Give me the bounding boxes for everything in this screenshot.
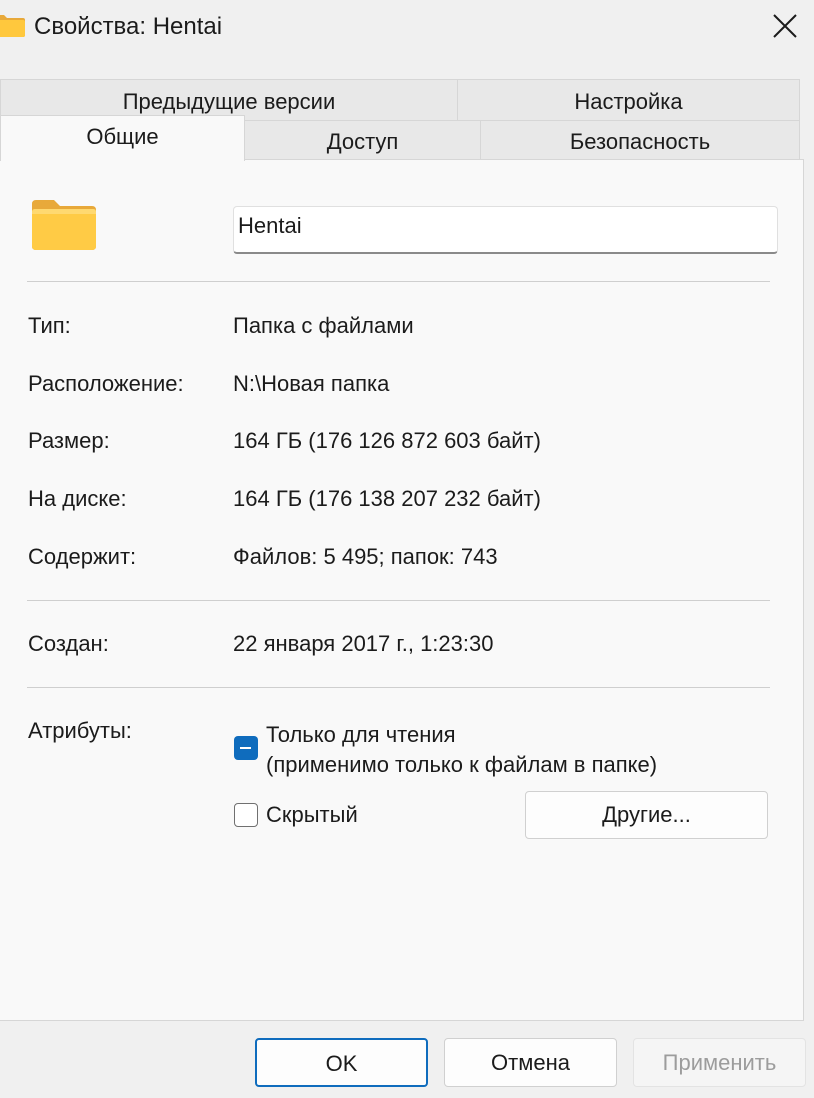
separator	[27, 600, 770, 601]
size-value: 164 ГБ (176 126 872 603 байт)	[233, 428, 541, 453]
contains-value: Файлов: 5 495; папок: 743	[233, 544, 498, 569]
type-value: Папка с файлами	[233, 313, 414, 338]
ondisk-label: На диске:	[28, 486, 127, 511]
tab-label: Безопасность	[569, 129, 711, 154]
type-label: Тип:	[28, 313, 71, 338]
separator	[27, 281, 770, 282]
hidden-label[interactable]: Скрытый	[266, 801, 358, 829]
readonly-note[interactable]: (применимо только к файлам в папке)	[266, 751, 657, 779]
close-icon	[773, 14, 797, 38]
tab-label: Доступ	[326, 129, 399, 154]
apply-button[interactable]: Применить	[633, 1038, 806, 1087]
cancel-button[interactable]: Отмена	[444, 1038, 617, 1087]
tab-label: Общие	[86, 124, 159, 149]
ok-button[interactable]: OK	[255, 1038, 428, 1087]
general-panel	[0, 159, 804, 1021]
ondisk-value: 164 ГБ (176 138 207 232 байт)	[233, 486, 541, 511]
window-title: Свойства: Hentai	[34, 13, 223, 40]
close-button[interactable]	[758, 0, 814, 54]
location-label: Расположение:	[28, 371, 184, 396]
folder-icon	[0, 15, 25, 37]
tab-general[interactable]: Общие	[0, 115, 245, 161]
readonly-label[interactable]: Только для чтения	[266, 721, 456, 749]
created-value: 22 января 2017 г., 1:23:30	[233, 631, 494, 656]
tab-label: Настройка	[574, 89, 683, 114]
contains-label: Содержит:	[28, 544, 137, 569]
advanced-button[interactable]: Другие...	[525, 791, 768, 839]
location-value: N:\Новая папка	[233, 371, 390, 396]
tab-security[interactable]: Безопасность	[480, 120, 800, 160]
hidden-checkbox[interactable]	[234, 803, 258, 827]
separator	[27, 687, 770, 688]
tab-sharing[interactable]: Доступ	[244, 120, 481, 160]
folder-icon	[32, 200, 96, 250]
folder-name-input[interactable]	[233, 206, 778, 254]
tab-label: Предыдущие версии	[122, 89, 336, 114]
tab-customize[interactable]: Настройка	[457, 79, 800, 121]
size-label: Размер:	[28, 428, 110, 453]
attributes-label: Атрибуты:	[28, 718, 132, 743]
readonly-checkbox[interactable]	[234, 736, 258, 760]
title-bar: Свойства: Hentai	[0, 0, 814, 54]
created-label: Создан:	[28, 631, 109, 656]
